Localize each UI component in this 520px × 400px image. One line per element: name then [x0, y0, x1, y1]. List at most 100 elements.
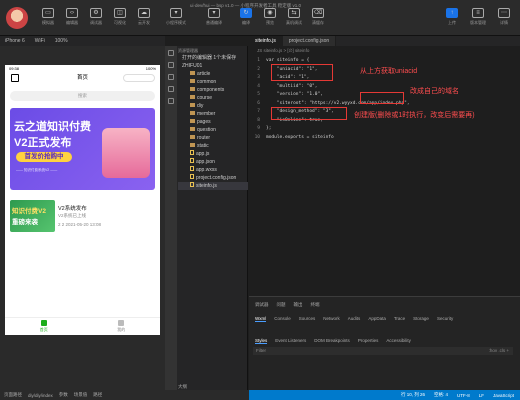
folder-item[interactable]: components — [190, 86, 224, 94]
tab-mine[interactable]: 我的 — [83, 318, 161, 335]
file-item[interactable]: siteinfo.js — [178, 182, 248, 190]
avatar[interactable] — [6, 7, 28, 29]
debugger-button[interactable]: ⚙ 调试器 — [84, 8, 108, 28]
compile-button[interactable]: ↻ 编译 — [234, 8, 258, 28]
compile-icon: ↻ — [240, 8, 252, 18]
zoom-select[interactable]: 100% — [55, 38, 68, 44]
folder-item[interactable]: common — [190, 78, 216, 86]
folder-icon — [190, 95, 195, 99]
devtools-tab[interactable]: Storage — [413, 316, 429, 321]
code-line: }; — [266, 126, 272, 131]
filter-input[interactable]: Filter :hov .cls + — [253, 347, 513, 355]
tab-terminal[interactable]: 终端 — [311, 302, 320, 308]
folder-icon — [190, 71, 195, 75]
folder-item[interactable]: question — [190, 126, 216, 134]
device-select[interactable]: iPhone 6 — [5, 38, 25, 44]
status-item[interactable]: 页面路径 — [4, 392, 22, 398]
editor-tabs: siteinfo.js project.config.json — [249, 36, 520, 46]
devtools-tab[interactable]: Wxml — [255, 316, 267, 322]
tab-debugger[interactable]: 调试器 — [255, 302, 269, 308]
file-item[interactable]: app.json — [190, 158, 215, 166]
tab-output[interactable]: 输出 — [294, 302, 303, 308]
remote-debug-icon: ⇆ — [288, 8, 300, 18]
devtools-subtab[interactable]: DOM Breakpoints — [314, 338, 350, 343]
folder-icon — [190, 135, 195, 139]
status-item[interactable]: 路径 — [93, 392, 102, 398]
open-editors[interactable]: 打开的编辑器 1个未保存 — [182, 54, 236, 62]
status-item[interactable]: 空格: 4 — [434, 392, 448, 398]
devtools-tab[interactable]: Security — [437, 316, 453, 321]
home-icon[interactable] — [11, 74, 19, 82]
compile-mode-select[interactable]: ▾ 普通编译 — [196, 8, 232, 28]
folder-item[interactable]: diy — [190, 102, 203, 110]
git-icon[interactable] — [168, 74, 174, 80]
file-item[interactable]: project.config.json — [190, 174, 236, 182]
status-item[interactable]: JavaScript — [493, 393, 514, 398]
file-icon — [190, 174, 194, 179]
status-item[interactable]: UTF-8 — [457, 393, 470, 398]
details-icon: ⋯ — [498, 8, 510, 18]
devtools-tab[interactable]: Sources — [299, 316, 316, 321]
cloud-button[interactable]: ☁ 云开发 — [132, 8, 156, 28]
devtools-subtab[interactable]: Styles — [255, 338, 268, 344]
capsule-menu[interactable] — [123, 74, 155, 82]
preview-button[interactable]: ◉ 预览 — [258, 8, 282, 28]
tab-problems[interactable]: 问题 — [277, 302, 286, 308]
folder-item[interactable]: course — [190, 94, 212, 102]
network-select[interactable]: WiFi — [35, 38, 45, 44]
file-icon — [190, 182, 194, 187]
devtools-tab[interactable]: AppData — [368, 316, 386, 321]
devtools-tab[interactable]: Audits — [348, 316, 361, 321]
devtools-subtab[interactable]: Accessibility — [386, 338, 411, 343]
devtools-subtab[interactable]: Event Listeners — [275, 338, 306, 343]
tab-siteinfo[interactable]: siteinfo.js — [249, 36, 283, 46]
details-button[interactable]: ⋯ 详情 — [492, 8, 516, 28]
search-icon[interactable] — [168, 62, 174, 68]
code-line: "multiid": "0", — [266, 83, 318, 89]
project-root[interactable]: ZHIFU01 — [182, 62, 202, 70]
folder-item[interactable]: static — [190, 142, 209, 150]
annotation-isonline: 创建版(删除或1时执行，改变后需要再) — [354, 112, 475, 119]
simulator-button[interactable]: ▭ 模拟器 — [36, 8, 60, 28]
tab-project-config[interactable]: project.config.json — [282, 36, 337, 46]
clear-cache-button[interactable]: ⌫ 清缓存 — [306, 8, 330, 28]
status-bar-right: 行 10, 列 26 空格: 4 UTF-8 LF JavaScript — [249, 390, 520, 400]
folder-item[interactable]: pages — [190, 118, 211, 126]
version-button[interactable]: ≡ 版本管理 — [466, 8, 490, 28]
folder-item[interactable]: article — [190, 70, 210, 78]
search-input[interactable]: 搜索 — [10, 91, 155, 101]
article-card[interactable]: 知识付费V2 重磅来袭 V2系统发布 V2系统已上线 2 2 2021-05-2… — [10, 195, 155, 233]
devtools-tab[interactable]: Console — [274, 316, 291, 321]
home-tab-icon — [40, 320, 47, 326]
tab-home[interactable]: 首页 — [5, 318, 83, 335]
status-item[interactable]: 参数 — [59, 392, 68, 398]
siteroot-highlight — [360, 92, 404, 104]
visual-button[interactable]: ◫ 可视化 — [108, 8, 132, 28]
file-icon — [190, 166, 194, 171]
devtools-tab[interactable]: Network — [323, 316, 340, 321]
file-item[interactable]: app.wxss — [190, 166, 217, 174]
folder-item[interactable]: router — [190, 134, 210, 142]
promo-banner[interactable]: 云之道知识付费 V2正式发布 首发价抢购中 —— 知识付费系统V2 —— — [10, 108, 155, 190]
upload-icon: ↑ — [446, 8, 458, 18]
debug-icon[interactable] — [168, 86, 174, 92]
status-item[interactable]: 行 10, 列 26 — [401, 392, 425, 398]
remote-debug-button[interactable]: ⇆ 真机调试 — [282, 8, 306, 28]
status-item[interactable]: diy/diy/index — [28, 393, 53, 398]
files-icon[interactable] — [168, 50, 174, 56]
file-item[interactable]: app.js — [190, 150, 209, 158]
editor-button[interactable]: ‹› 编辑器 — [60, 8, 84, 28]
filter-options[interactable]: :hov .cls + — [489, 347, 509, 355]
simulator-icon: ▭ — [42, 8, 54, 18]
devtools-tab[interactable]: Trace — [394, 316, 405, 321]
banner-button[interactable]: 首发价抢购中 — [16, 152, 72, 162]
devtools-subtab[interactable]: Properties — [358, 338, 379, 343]
upload-button[interactable]: ↑ 上传 — [440, 8, 464, 28]
status-item[interactable]: 场景值 — [74, 392, 88, 398]
banner-subtitle: V2正式发布 — [14, 137, 72, 149]
mode-select[interactable]: ▾ 小程序模式 — [158, 8, 194, 28]
extensions-icon[interactable] — [168, 98, 174, 104]
folder-item[interactable]: member — [190, 110, 215, 118]
line-number: 4 — [257, 83, 260, 89]
status-item[interactable]: LF — [479, 393, 484, 398]
